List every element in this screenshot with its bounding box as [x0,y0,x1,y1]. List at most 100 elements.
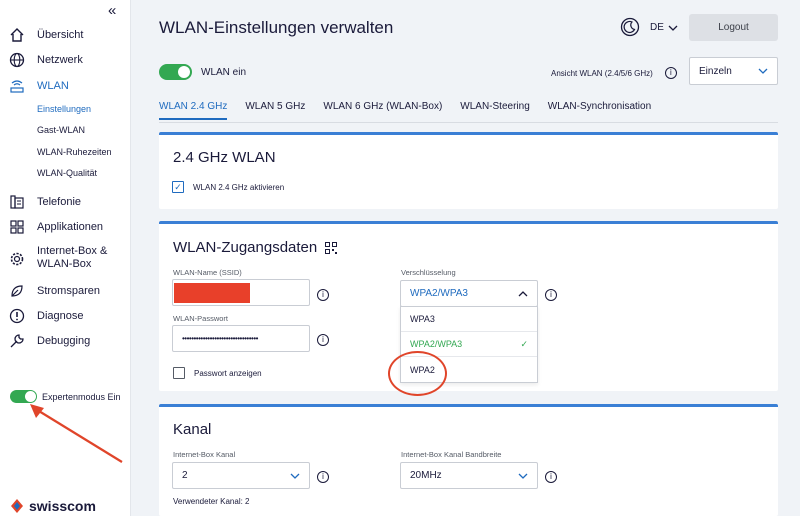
sidebar-item-debugging[interactable]: Debugging [8,332,90,350]
channel-select[interactable]: 2 [172,462,310,489]
wlan-toggle[interactable]: WLAN ein [159,64,246,80]
phone-icon [8,193,26,211]
encryption-info-icon[interactable]: i [545,289,557,301]
bandwidth-value: 20MHz [410,470,442,481]
sidebar-sub-gast-wlan[interactable]: Gast-WLAN [37,125,85,135]
logo-text: swisscom [29,498,96,514]
password-label: WLAN-Passwort [173,314,229,323]
option-wpa3[interactable]: WPA3 [401,307,537,332]
sidebar-item-label: Stromsparen [37,285,100,297]
sidebar-item-applikationen[interactable]: Applikationen [8,218,103,236]
swisscom-logo: swisscom [9,498,96,514]
annotation-circle [388,351,447,396]
option-label: WPA2/WPA3 [410,339,463,349]
logout-button[interactable]: Logout [689,14,778,41]
theme-toggle-button[interactable] [620,17,640,37]
sidebar-item-telefonie[interactable]: Telefonie [8,193,81,211]
sidebar-item-label: Debugging [37,335,91,347]
sidebar-item-label-line2: WLAN-Box [37,258,92,270]
tab-wlan-5[interactable]: WLAN 5 GHz [245,101,305,120]
card-title: Kanal [173,421,212,438]
sidebar-sub-einstellungen[interactable]: Einstellungen [37,104,91,114]
card-title: WLAN-Zugangsdaten [173,239,318,256]
encryption-label: Verschlüsselung [401,268,456,277]
qr-code-icon[interactable] [325,241,338,254]
sidebar-item-uebersicht[interactable]: Übersicht [8,26,83,44]
used-channel-text: Verwendeter Kanal: 2 [173,497,250,506]
sidebar-item-stromsparen[interactable]: Stromsparen [8,282,100,300]
sidebar-item-internet-box[interactable]: Internet-Box & WLAN-Box [8,245,107,271]
ssid-label: WLAN-Name (SSID) [173,268,242,277]
bandwidth-select[interactable]: 20MHz [400,462,538,489]
globe-icon [8,51,26,69]
channel-label: Internet-Box Kanal [173,450,236,459]
bandwidth-label: Internet-Box Kanal Bandbreite [401,450,502,459]
tab-wlan-6[interactable]: WLAN 6 GHz (WLAN-Box) [323,101,442,120]
ansicht-row: Ansicht WLAN (2.4/5/6 GHz) i [551,67,677,79]
bandwidth-info-icon[interactable]: i [545,471,557,483]
sidebar-item-label: Netzwerk [37,54,83,66]
sidebar-item-label: Applikationen [37,221,104,233]
alert-icon [8,307,26,325]
swisscom-logo-icon [11,499,23,513]
chevron-down-icon [518,473,528,479]
enable-24ghz-row[interactable]: ✓ WLAN 2.4 GHz aktivieren [172,181,284,193]
chevron-down-icon [290,473,300,479]
card-kanal: Kanal Internet-Box Kanal Internet-Box Ka… [159,404,778,516]
ssid-info-icon[interactable]: i [317,289,329,301]
ansicht-label: Ansicht WLAN (2.4/5/6 GHz) [551,68,653,78]
wlan-switch[interactable] [159,64,192,80]
page-title: WLAN-Einstellungen verwalten [159,18,394,37]
sidebar-sub-qualitaet[interactable]: WLAN-Qualität [37,168,97,178]
annotation-arrow [30,404,123,463]
ansicht-value: Einzeln [699,65,732,77]
apps-grid-icon [8,218,26,236]
tab-wlan-sync[interactable]: WLAN-Synchronisation [548,101,651,120]
channel-info-icon[interactable]: i [317,471,329,483]
card-title-row: WLAN-Zugangsdaten [173,239,338,256]
chevron-up-icon [518,290,528,296]
language-value: DE [650,22,664,33]
sidebar-item-label: Diagnose [37,310,84,322]
sidebar-sub-ruhezeiten[interactable]: WLAN-Ruhezeiten [37,147,112,157]
wrench-icon [8,332,26,350]
show-password-checkbox[interactable] [173,367,185,379]
sidebar-item-diagnose[interactable]: Diagnose [8,307,83,325]
enable-24ghz-checkbox[interactable]: ✓ [172,181,184,193]
chevron-down-icon [758,68,768,74]
check-icon: ✓ [520,338,528,349]
collapse-sidebar-icon[interactable]: « [108,2,116,19]
sidebar-item-netzwerk[interactable]: Netzwerk [8,51,83,69]
home-icon [8,26,26,44]
show-password-row[interactable]: Passwort anzeigen [173,367,262,379]
encryption-value: WPA2/WPA3 [410,288,468,299]
moon-icon [620,17,640,37]
option-label: WPA3 [410,314,435,324]
ssid-input[interactable] [172,279,310,306]
show-password-label: Passwort anzeigen [194,368,262,378]
sidebar-item-label: WLAN [37,80,69,92]
tab-divider [159,122,778,123]
language-selector[interactable]: DE [650,22,678,33]
sidebar-item-label: Internet-Box & [37,245,108,257]
encryption-select[interactable]: WPA2/WPA3 [400,280,538,307]
ansicht-select[interactable]: Einzeln [689,57,778,85]
password-input[interactable]: ••••••••••••••••••••••••••••••••• [172,325,310,352]
password-info-icon[interactable]: i [317,334,329,346]
wifi-router-icon [8,77,26,95]
card-24ghz: 2.4 GHz WLAN ✓ WLAN 2.4 GHz aktivieren [159,132,778,209]
info-icon[interactable]: i [664,67,677,79]
tab-bar: WLAN 2.4 GHz WLAN 5 GHz WLAN 6 GHz (WLAN… [159,101,669,120]
tab-wlan-24[interactable]: WLAN 2.4 GHz [159,101,228,120]
card-title: 2.4 GHz WLAN [173,149,276,166]
sidebar-item-label: Übersicht [37,29,84,41]
chevron-down-icon [668,25,678,31]
password-value: ••••••••••••••••••••••••••••••••• [182,334,258,343]
wlan-toggle-label: WLAN ein [201,66,247,78]
sidebar-item-label: Telefonie [37,196,82,208]
tab-wlan-steering[interactable]: WLAN-Steering [460,101,529,120]
sidebar-item-wlan[interactable]: WLAN [8,77,69,95]
leaf-icon [8,282,26,300]
enable-24ghz-label: WLAN 2.4 GHz aktivieren [193,182,285,192]
redacted-ssid [174,282,250,303]
